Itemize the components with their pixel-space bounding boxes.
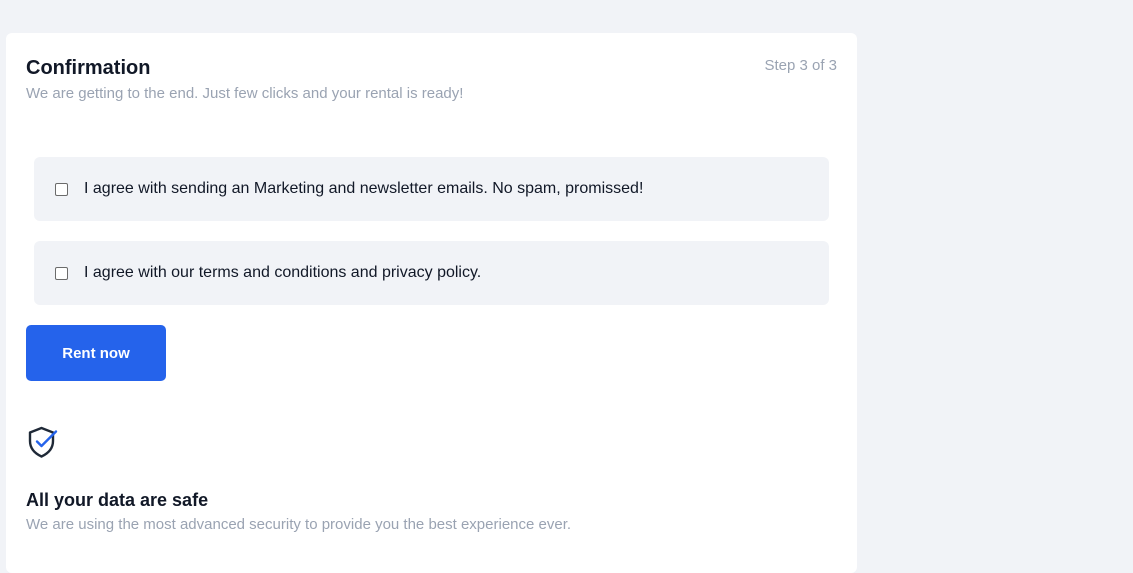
terms-consent-option[interactable]: I agree with our terms and conditions an…: [34, 241, 829, 305]
terms-consent-checkbox[interactable]: [55, 266, 68, 280]
confirmation-card: Confirmation We are getting to the end. …: [6, 33, 857, 573]
security-title: All your data are safe: [26, 490, 209, 510]
step-indicator: Step 3 of 3: [764, 57, 837, 74]
security-description: We are using the most advanced security …: [26, 516, 572, 533]
terms-consent-label: I agree with our terms and conditions an…: [84, 264, 482, 281]
rent-now-button[interactable]: Rent now: [26, 325, 166, 381]
page-subtitle: We are getting to the end. Just few clic…: [26, 85, 464, 102]
shield-check-icon: [26, 425, 60, 459]
page-title: Confirmation: [26, 57, 151, 79]
marketing-consent-checkbox[interactable]: [55, 182, 68, 196]
marketing-consent-label: I agree with sending an Marketing and ne…: [84, 180, 644, 197]
marketing-consent-option[interactable]: I agree with sending an Marketing and ne…: [34, 157, 829, 221]
